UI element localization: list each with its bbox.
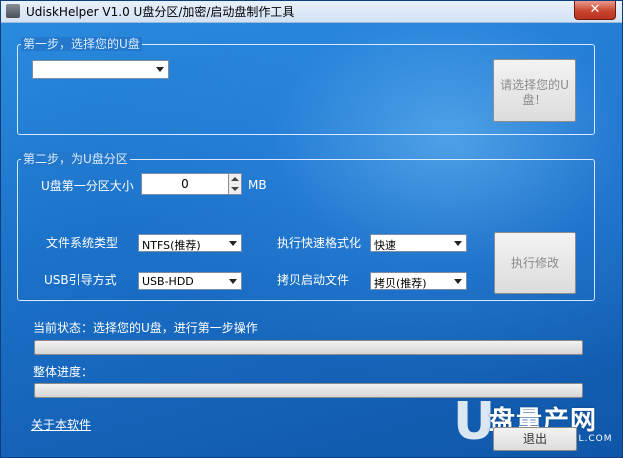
- close-icon: ✕: [589, 2, 601, 17]
- quick-format-value: 快速: [374, 239, 396, 252]
- usb-boot-select[interactable]: USB-HDD: [138, 272, 242, 290]
- copy-boot-value: 拷贝(推荐): [374, 277, 427, 290]
- quick-format-label: 执行快速格式化: [277, 236, 362, 250]
- spin-down-icon[interactable]: [231, 187, 239, 191]
- select-drive-button-label: 请选择您的U盘！: [500, 78, 569, 107]
- quick-format-select[interactable]: 快速: [370, 234, 467, 252]
- exit-button[interactable]: 退出: [493, 427, 577, 451]
- step2-legend: 第二步，为U盘分区: [21, 152, 130, 166]
- about-link[interactable]: 关于本软件: [31, 416, 91, 433]
- close-button[interactable]: ✕: [574, 1, 616, 20]
- partition-size-label: U盘第一分区大小: [41, 179, 134, 193]
- fs-type-select[interactable]: NTFS(推荐): [138, 234, 242, 252]
- dropdown-arrow-icon: [229, 241, 237, 246]
- partition-size-unit: MB: [248, 178, 267, 192]
- execute-button[interactable]: 执行修改: [494, 232, 576, 294]
- spin-up-icon[interactable]: [231, 177, 239, 181]
- copy-boot-label: 拷贝启动文件: [277, 273, 350, 287]
- execute-button-label: 执行修改: [510, 256, 559, 270]
- window-title: UdiskHelper V1.0 U盘分区/加密/启动盘制作工具: [26, 5, 295, 19]
- current-status-text: 当前状态：选择您的U盘，进行第一步操作: [33, 321, 258, 335]
- title-bar[interactable]: UdiskHelper V1.0 U盘分区/加密/启动盘制作工具 ✕: [1, 1, 622, 23]
- partition-size-input[interactable]: 0: [141, 173, 229, 195]
- drive-select[interactable]: [32, 60, 169, 79]
- dropdown-arrow-icon: [454, 241, 462, 246]
- usb-boot-value: USB-HDD: [142, 275, 194, 288]
- app-window: UdiskHelper V1.0 U盘分区/加密/启动盘制作工具 ✕ 第一步，选…: [0, 0, 623, 458]
- fs-type-value: NTFS(推荐): [142, 239, 201, 252]
- dropdown-arrow-icon: [156, 67, 164, 72]
- usb-boot-label: USB引导方式: [44, 273, 117, 287]
- copy-boot-select[interactable]: 拷贝(推荐): [370, 272, 467, 290]
- fs-type-label: 文件系统类型: [46, 236, 119, 250]
- current-progress-bar: [34, 340, 583, 355]
- overall-progress-label: 整体进度：: [33, 365, 94, 379]
- dropdown-arrow-icon: [229, 279, 237, 284]
- partition-size-spinner[interactable]: [228, 173, 242, 195]
- select-drive-button[interactable]: 请选择您的U盘！: [493, 59, 576, 122]
- step1-legend: 第一步，选择您的U盘: [21, 37, 142, 51]
- dropdown-arrow-icon: [454, 279, 462, 284]
- app-icon: [6, 4, 20, 18]
